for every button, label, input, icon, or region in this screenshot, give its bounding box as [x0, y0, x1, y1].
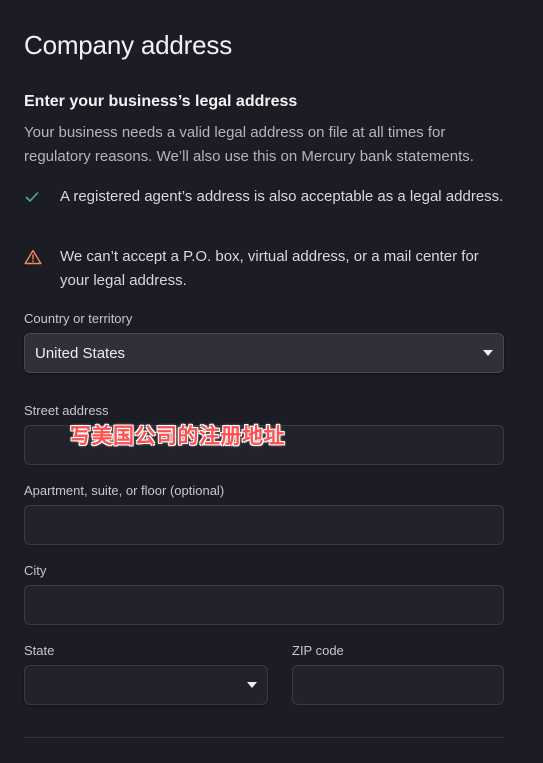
- check-icon: [24, 185, 60, 209]
- chevron-down-icon: [247, 682, 257, 688]
- city-field[interactable]: [24, 585, 504, 625]
- zip-field[interactable]: [292, 665, 504, 705]
- street-label: Street address: [24, 403, 109, 418]
- country-label: Country or territory: [24, 311, 133, 326]
- state-label: State: [24, 643, 55, 658]
- note-text: We can’t accept a P.O. box, virtual addr…: [60, 248, 479, 289]
- divider: [24, 737, 504, 738]
- note-registered-agent: A registered agent’s address is also acc…: [24, 185, 504, 209]
- city-label: City: [24, 563, 47, 578]
- note-po-box-warning: We can’t accept a P.O. box, virtual addr…: [24, 245, 504, 293]
- annotation-overlay: 写美国公司的注册地址: [70, 424, 285, 448]
- city-input[interactable]: [25, 586, 503, 624]
- apartment-label: Apartment, suite, or floor (optional): [24, 483, 225, 498]
- country-value: United States: [35, 344, 126, 362]
- country-select[interactable]: United States: [24, 333, 504, 373]
- section-heading: Enter your business’s legal address: [24, 93, 298, 110]
- section-description: Your business needs a valid legal addres…: [24, 124, 474, 165]
- page-title: Company address: [24, 30, 232, 60]
- warning-icon: [24, 245, 60, 269]
- apartment-field[interactable]: [24, 505, 504, 545]
- state-select[interactable]: [24, 665, 268, 705]
- zip-label: ZIP code: [292, 643, 344, 658]
- note-text: A registered agent’s address is also acc…: [60, 188, 504, 205]
- chevron-down-icon: [483, 350, 493, 356]
- zip-input[interactable]: [293, 666, 503, 704]
- apartment-input[interactable]: [25, 506, 503, 544]
